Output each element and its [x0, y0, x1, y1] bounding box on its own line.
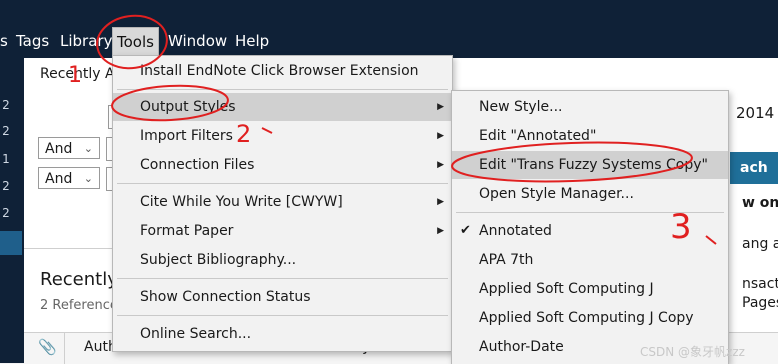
menu-separator: [117, 89, 448, 90]
menu-separator: [117, 278, 448, 279]
menu-item-edit-annotated[interactable]: Edit "Annotated": [452, 122, 728, 150]
menu-item-edit-trans-fuzzy-systems-copy[interactable]: Edit "Trans Fuzzy Systems Copy": [452, 151, 728, 179]
and-operator-select[interactable]: And ⌄: [38, 137, 100, 159]
column-divider: [64, 333, 65, 364]
menu-item-import-filters[interactable]: Import Filters ▶: [113, 122, 452, 150]
chevron-down-icon: ⌄: [83, 172, 93, 185]
divider: [24, 248, 114, 249]
menu-tools[interactable]: Tools: [112, 27, 159, 57]
group-count[interactable]: 2: [0, 179, 12, 193]
chevron-down-icon: ⌄: [83, 142, 93, 155]
group-count[interactable]: 2: [0, 98, 12, 112]
group-count[interactable]: 1: [0, 152, 12, 166]
menu-help[interactable]: Help: [231, 27, 273, 55]
menu-separator: [117, 183, 448, 184]
submenu-arrow-icon: ▶: [437, 226, 444, 236]
menu-item-subject-bibliography[interactable]: Subject Bibliography...: [113, 246, 452, 274]
menu-item-connection-files[interactable]: Connection Files ▶: [113, 151, 452, 179]
groups-sidebar: 2 2 1 2 2: [0, 58, 24, 363]
tools-menu: Install EndNote Click Browser Extension …: [112, 55, 453, 352]
menu-item-style-apa-7th[interactable]: APA 7th: [452, 246, 728, 274]
attachment-icon[interactable]: 📎: [38, 338, 57, 356]
menu-item-show-connection-status[interactable]: Show Connection Status: [113, 283, 452, 311]
menu-item-new-style[interactable]: New Style...: [452, 93, 728, 121]
menu-tags[interactable]: Tags: [12, 27, 53, 55]
and-operator-value: And: [45, 141, 73, 157]
menu-item-format-paper[interactable]: Format Paper ▶: [113, 217, 452, 245]
menu-item-cite-while-you-write[interactable]: Cite While You Write [CWYW] ▶: [113, 188, 452, 216]
research-button-label: ach f: [740, 160, 768, 176]
submenu-arrow-icon: ▶: [437, 197, 444, 207]
and-operator-select[interactable]: And ⌄: [38, 167, 100, 189]
recently-added-label: Recently Ad: [40, 66, 124, 82]
reference-year: 2014: [736, 104, 775, 122]
menu-separator: [117, 315, 448, 316]
reference-title-partial: w on: [742, 195, 778, 211]
output-styles-submenu: New Style... Edit "Annotated" Edit "Tran…: [451, 90, 729, 364]
menu-item-open-style-manager[interactable]: Open Style Manager...: [452, 180, 728, 208]
reference-pages-partial: Pages: [742, 295, 778, 311]
watermark: CSDN @象牙帆zzz: [640, 345, 745, 359]
menu-item-output-styles[interactable]: Output Styles ▶: [113, 93, 452, 121]
menu-separator: [456, 212, 724, 213]
group-count[interactable]: 2: [0, 124, 12, 138]
menu-item-style-applied-soft-computing-copy[interactable]: Applied Soft Computing J Copy: [452, 304, 728, 332]
menu-edit-partial[interactable]: s: [0, 27, 12, 55]
selected-group-highlight: [0, 231, 22, 255]
group-title: Recently: [40, 269, 118, 290]
menu-item-online-search[interactable]: Online Search...: [113, 320, 452, 348]
references-count: 2 Reference: [40, 298, 118, 313]
title-bar: s Tags Library Tools Window Help: [0, 0, 778, 58]
menu-item-style-applied-soft-computing[interactable]: Applied Soft Computing J: [452, 275, 728, 303]
submenu-arrow-icon: ▶: [437, 102, 444, 112]
menu-library[interactable]: Library: [56, 27, 116, 55]
checkmark-icon: ✔: [460, 223, 471, 238]
submenu-arrow-icon: ▶: [437, 131, 444, 141]
menu-window[interactable]: Window: [164, 27, 231, 55]
and-operator-value: And: [45, 171, 73, 187]
submenu-arrow-icon: ▶: [437, 160, 444, 170]
research-button[interactable]: ach f: [730, 152, 778, 184]
reference-author-partial: ang a: [742, 236, 778, 252]
menu-item-install-endnote-click[interactable]: Install EndNote Click Browser Extension: [113, 57, 452, 85]
reference-journal-partial: nsacti: [742, 276, 778, 292]
menu-item-style-annotated[interactable]: ✔ Annotated: [452, 217, 728, 245]
group-count[interactable]: 2: [0, 206, 12, 220]
